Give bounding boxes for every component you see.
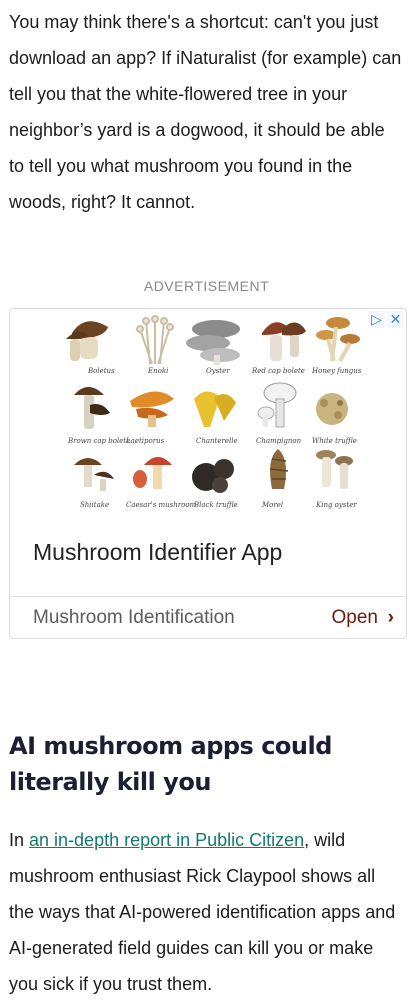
mushroom-label-10: White truffle xyxy=(312,437,357,445)
mushroom-label-8: Chanterelle xyxy=(196,437,238,445)
ad-choices-icon[interactable]: ▷ xyxy=(368,311,385,328)
ad-mushroom-illustration[interactable]: Boletus Enoki Oyster Red cap bolete Hone… xyxy=(10,309,406,517)
ad-choices-controls: ▷ ✕ xyxy=(368,311,404,328)
mushroom-label-14: Morel xyxy=(261,501,283,509)
ad-card[interactable]: Boletus Enoki Oyster Red cap bolete Hone… xyxy=(9,308,407,639)
mushroom-label-12: Caesar's mushroom xyxy=(126,501,197,509)
mushroom-11 xyxy=(74,458,114,491)
mushroom-14 xyxy=(269,449,289,489)
mushroom-13 xyxy=(192,459,234,493)
mushroom-3 xyxy=(186,320,240,365)
body-paragraph: In an in-depth report in Public Citizen,… xyxy=(9,822,404,1000)
mushroom-label-9: Champignon xyxy=(256,437,302,445)
ad-subtitle: Mushroom Identification xyxy=(33,607,235,628)
body-prefix: In xyxy=(9,830,30,850)
mushroom-label-2: Enoki xyxy=(147,367,168,375)
mushroom-2 xyxy=(136,315,174,365)
mushroom-label-15: King oyster xyxy=(315,501,357,509)
mushroom-label-4: Red cap bolete xyxy=(251,367,305,375)
mushroom-6 xyxy=(74,387,110,429)
section-heading: AI mushroom apps could literally kill yo… xyxy=(9,732,332,796)
mushroom-5 xyxy=(316,317,360,362)
mushroom-label-7: Laetiporus xyxy=(125,437,165,445)
mushroom-15 xyxy=(316,450,353,489)
ad-title[interactable]: Mushroom Identifier App xyxy=(33,539,282,566)
mushroom-10 xyxy=(316,393,348,425)
mushroom-8 xyxy=(194,391,236,427)
mushroom-label-3: Oyster xyxy=(206,367,230,375)
mushroom-7 xyxy=(130,391,174,427)
ad-footer[interactable]: Mushroom Identification Open › xyxy=(10,596,406,638)
public-citizen-report-link[interactable]: an in-depth report in Public Citizen xyxy=(29,830,304,850)
mushroom-1 xyxy=(66,321,108,361)
mushroom-12 xyxy=(133,457,172,489)
mushroom-label-11: Shiitake xyxy=(80,501,109,509)
advertisement-label: ADVERTISEMENT xyxy=(143,278,270,294)
mushroom-label-1: Boletus xyxy=(87,367,115,375)
mushroom-grid-illustration: Boletus Enoki Oyster Red cap bolete Hone… xyxy=(66,315,362,509)
close-icon[interactable]: ✕ xyxy=(387,311,404,328)
intro-paragraph: You may think there's a shortcut: can't … xyxy=(9,12,402,212)
mushroom-4 xyxy=(262,322,306,361)
mushroom-9 xyxy=(257,382,297,428)
mushroom-label-13: Black truffle xyxy=(193,501,238,509)
mushroom-label-6: Brown cap bolete xyxy=(67,437,130,445)
mushroom-label-5: Honey fungus xyxy=(311,367,362,375)
body-suffix: , wild mushroom enthusiast Rick Claypool… xyxy=(9,830,396,994)
ad-open-button[interactable]: Open xyxy=(332,607,378,629)
chevron-right-icon[interactable]: › xyxy=(388,607,394,629)
